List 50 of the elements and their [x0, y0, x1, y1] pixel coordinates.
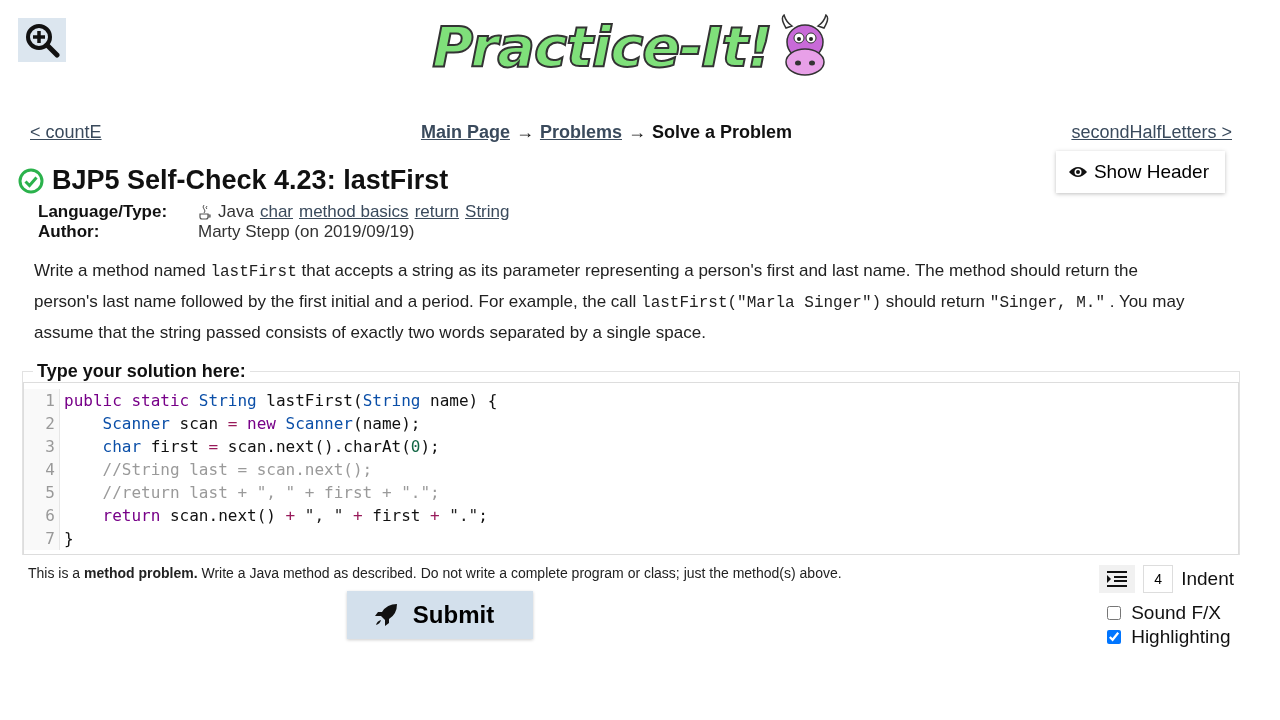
submit-button[interactable]: Submit — [346, 591, 533, 639]
line-number: 1 — [45, 390, 55, 412]
logo-text: Practice-It! — [432, 14, 772, 79]
line-number: 6 — [45, 505, 55, 527]
line-number: 4 — [45, 459, 55, 481]
checkbox-label: Sound F/X — [1131, 602, 1221, 624]
previous-problem-link[interactable]: < countE — [30, 122, 102, 143]
breadcrumb-link[interactable]: Problems — [539, 122, 622, 143]
solution-legend: Type your solution here: — [33, 361, 250, 382]
rocket-icon — [372, 602, 399, 628]
language-text: Java — [218, 202, 254, 222]
indent-label: Indent — [1181, 568, 1234, 590]
indent-button[interactable] — [1099, 565, 1136, 593]
code-line: char first = scan.next().charAt(0); — [102, 437, 440, 456]
eye-icon — [1067, 165, 1088, 179]
problem-description: Write a method named lastFirst that accepts a string as its parameter representing a person's first and last name. The method should return the person's last name followed by the first initial and a period. For example, the call lastFirst("Marla Singer") should return "Singer, M." . You may assume that the string passed consists of exactly two words separated by a single space. — [34, 260, 1186, 344]
code-line: public static String lastFirst(String name) { — [64, 391, 498, 410]
show-header-button[interactable]: Show Header — [1055, 151, 1225, 193]
meta-label: Language/Type: — [38, 202, 169, 222]
line-number: 3 — [45, 436, 55, 458]
line-number: 7 — [45, 528, 55, 550]
code-line: //String last = scan.next(); — [102, 460, 373, 479]
breadcrumb-text: → — [515, 122, 534, 143]
tag-link[interactable]: return — [414, 202, 460, 222]
code-editor[interactable] — [23, 382, 1239, 555]
code-line: //return last + ", " + first + "."; — [102, 483, 440, 502]
meta-label: Author: — [38, 222, 101, 242]
checkbox[interactable] — [1107, 630, 1122, 644]
checkbox-label: Highlighting — [1131, 626, 1231, 648]
line-number: 2 — [45, 413, 55, 435]
breadcrumb-text: Solve a Problem — [652, 122, 793, 143]
author-text: Marty Stepp (on 2019/09/19) — [198, 222, 415, 242]
tag-link[interactable]: char — [259, 202, 293, 222]
zoom-in-icon — [24, 22, 60, 58]
breadcrumb-text: → — [628, 122, 646, 143]
line-number: 5 — [45, 482, 55, 504]
code-line: return scan.next() + ", " + first + "."; — [102, 506, 488, 525]
indent-field[interactable]: 4 — [1143, 565, 1174, 593]
problem-type-note: This is a method problem. Write a Java method as described. Do not write a complete program or class; just the method(s) above. — [28, 565, 842, 581]
coffee-cup-icon — [198, 204, 212, 220]
tag-link[interactable]: String — [465, 202, 510, 222]
code-line: Scanner scan = new Scanner(name); — [102, 414, 421, 433]
checkbox[interactable] — [1107, 606, 1122, 620]
problem-title: BJP5 Self-Check 4.23: lastFirst — [52, 165, 449, 196]
next-problem-link[interactable]: secondHalfLetters > — [1071, 122, 1232, 143]
zoom-in-button[interactable] — [18, 18, 66, 62]
breadcrumb-link[interactable]: Main Page — [420, 122, 510, 143]
indent-icon — [1107, 571, 1128, 587]
code-line: } — [64, 529, 74, 548]
tag-link[interactable]: method basics — [299, 202, 409, 222]
